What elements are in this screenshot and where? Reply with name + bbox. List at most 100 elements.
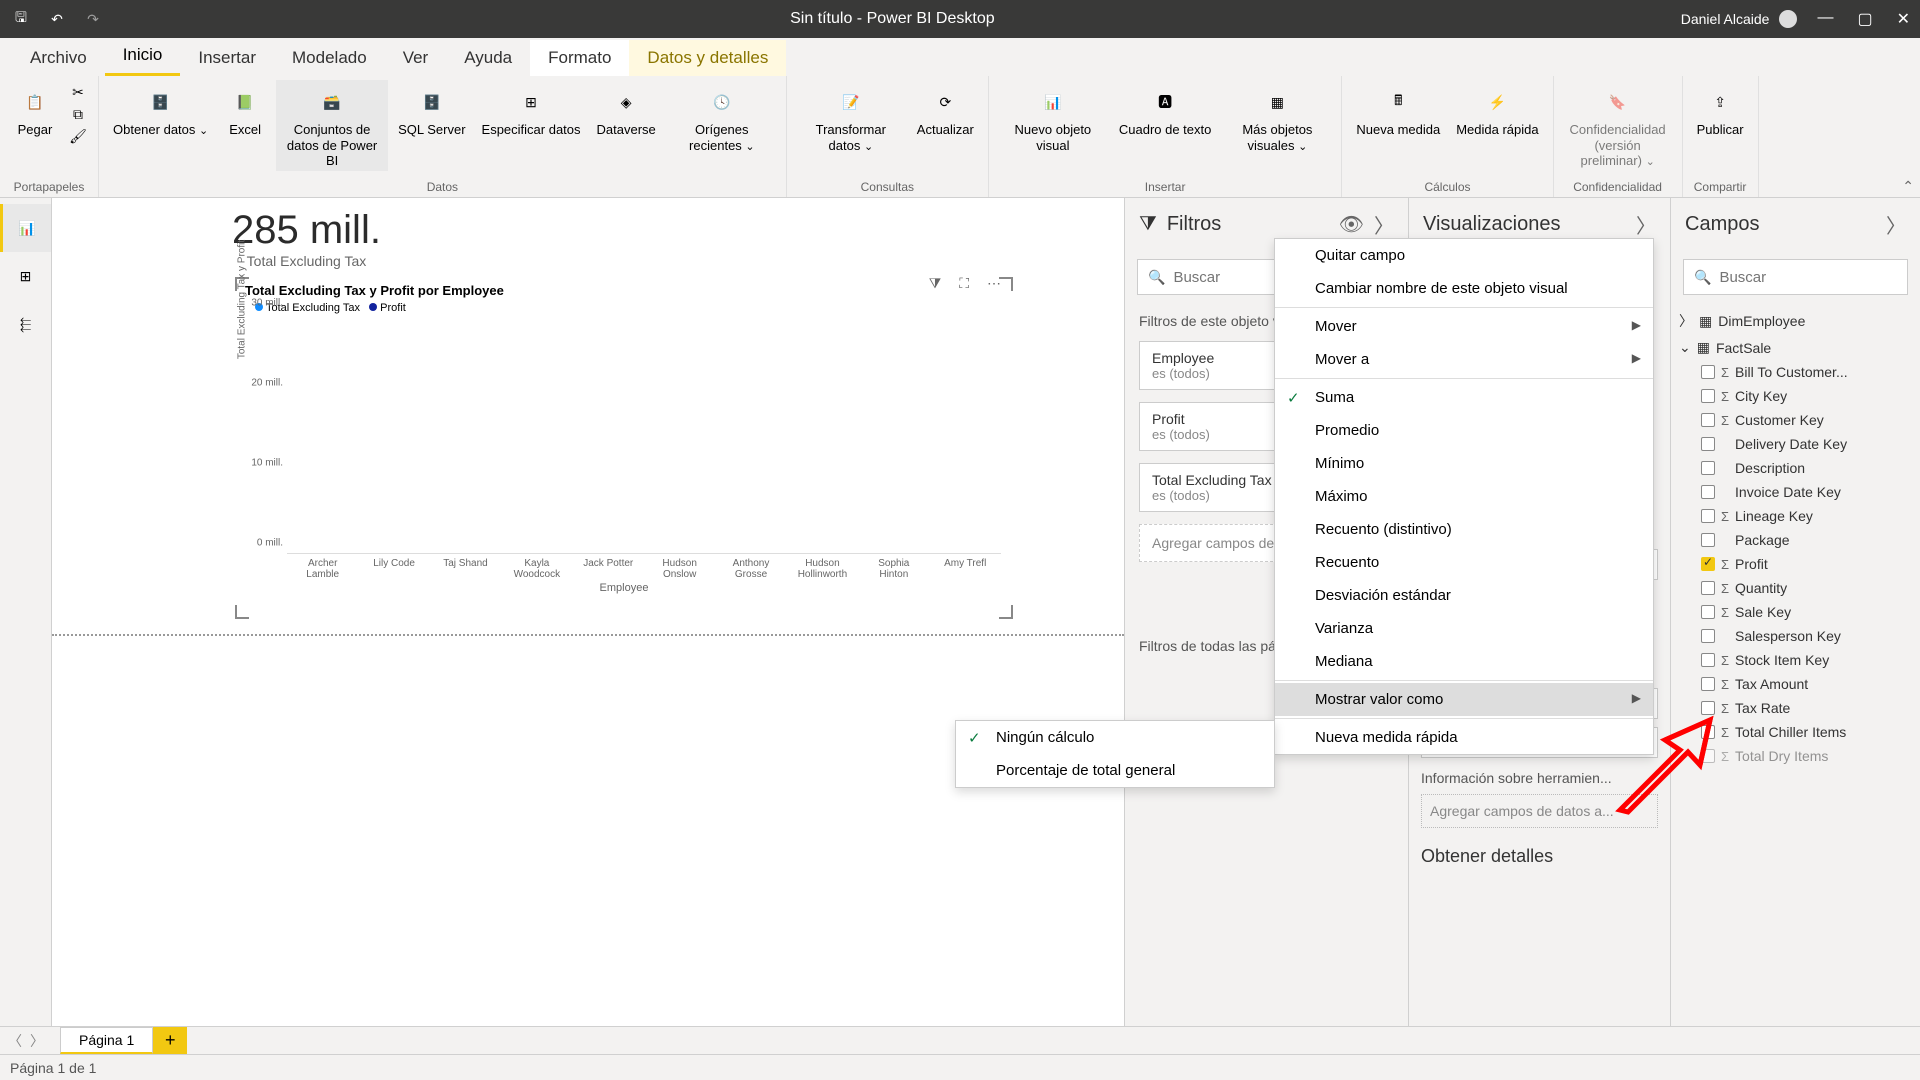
eye-icon[interactable]: 👁 — [1339, 212, 1364, 237]
expand-icon[interactable]: 〉 — [1636, 210, 1656, 239]
tab-insertar[interactable]: Insertar — [180, 40, 274, 76]
origenes-recientes-button[interactable]: 🕓Orígenes recientes ⌄ — [666, 80, 778, 156]
tab-ver[interactable]: Ver — [385, 40, 447, 76]
tab-datos-detalles[interactable]: Datos y detalles — [629, 40, 786, 76]
search-icon: 🔍 — [1694, 269, 1711, 286]
tab-modelado[interactable]: Modelado — [274, 40, 385, 76]
tab-formato[interactable]: Formato — [530, 40, 629, 76]
fields-search-input[interactable] — [1719, 269, 1897, 286]
ctx-promedio[interactable]: Promedio — [1275, 414, 1653, 447]
ctx-recuento-distintivo[interactable]: Recuento (distintivo) — [1275, 513, 1653, 546]
field-invoice-date-key[interactable]: ΣInvoice Date Key — [1677, 480, 1914, 504]
excel-button[interactable]: 📗Excel — [218, 80, 272, 140]
field-profit[interactable]: ΣProfit — [1677, 552, 1914, 576]
confidencialidad-button: 🔖Confidencialidad (versión preliminar) ⌄ — [1562, 80, 1674, 171]
tab-ayuda[interactable]: Ayuda — [446, 40, 530, 76]
field-sale-key[interactable]: ΣSale Key — [1677, 600, 1914, 624]
expand-icon[interactable]: 〉 — [1886, 210, 1906, 239]
ctx-minimo[interactable]: Mínimo — [1275, 447, 1653, 480]
field-lineage-key[interactable]: ΣLineage Key — [1677, 504, 1914, 528]
field-tax-rate[interactable]: ΣTax Rate — [1677, 696, 1914, 720]
field-total-chiller[interactable]: ΣTotal Chiller Items — [1677, 720, 1914, 744]
report-view-icon[interactable]: 📊 — [0, 204, 51, 252]
kpi-value: 285 mill. — [232, 208, 381, 253]
ctx-mover-a[interactable]: Mover a▶ — [1275, 343, 1653, 376]
ctx-mover[interactable]: Mover▶ — [1275, 310, 1653, 343]
field-stock-item-key[interactable]: ΣStock Item Key — [1677, 648, 1914, 672]
field-description[interactable]: ΣDescription — [1677, 456, 1914, 480]
mas-visuales-button[interactable]: ▦Más objetos visuales ⌄ — [1221, 80, 1333, 156]
fields-search[interactable]: 🔍 — [1683, 259, 1908, 295]
especificar-datos-button[interactable]: ⊞Especificar datos — [476, 80, 587, 140]
field-bill-to-customer[interactable]: ΣBill To Customer... — [1677, 360, 1914, 384]
transformar-datos-button[interactable]: 📝Transformar datos ⌄ — [795, 80, 907, 156]
medida-rapida-button[interactable]: ⚡Medida rápida — [1450, 80, 1544, 140]
sql-server-button[interactable]: 🗄️SQL Server — [392, 80, 471, 140]
focus-mode-icon[interactable]: ⛶ — [959, 275, 969, 292]
ctx-ningun-calculo[interactable]: ✓Ningún cálculo — [956, 721, 1274, 754]
field-quantity[interactable]: ΣQuantity — [1677, 576, 1914, 600]
field-delivery-date-key[interactable]: ΣDelivery Date Key — [1677, 432, 1914, 456]
close-icon[interactable]: ✕ — [1897, 9, 1910, 29]
ctx-suma[interactable]: ✓Suma — [1275, 381, 1653, 414]
save-icon[interactable]: 🖫 — [10, 8, 32, 30]
field-package[interactable]: ΣPackage — [1677, 528, 1914, 552]
field-tax-amount[interactable]: ΣTax Amount — [1677, 672, 1914, 696]
ctx-maximo[interactable]: Máximo — [1275, 480, 1653, 513]
table-fact-sale[interactable]: ⌄▦FactSale — [1677, 335, 1914, 360]
bar-chart-visual[interactable]: ⧩ ⛶ ⋯ Total Excluding Tax y Profit por E… — [236, 278, 1012, 618]
pegar-button[interactable]: 📋 Pegar — [8, 80, 62, 140]
field-salesperson-key[interactable]: ΣSalesperson Key — [1677, 624, 1914, 648]
field-customer-key[interactable]: ΣCustomer Key — [1677, 408, 1914, 432]
nuevo-visual-button[interactable]: 📊Nuevo objeto visual — [997, 80, 1109, 155]
resize-handle[interactable] — [235, 605, 249, 619]
data-view-icon[interactable]: ⊞ — [0, 252, 51, 300]
nueva-medida-button[interactable]: 🖩Nueva medida — [1350, 80, 1446, 140]
tab-inicio[interactable]: Inicio — [105, 37, 181, 76]
avatar-icon[interactable] — [1779, 10, 1797, 28]
model-view-icon[interactable]: ⬱ — [0, 300, 51, 348]
obtener-datos-button[interactable]: 🗄️Obtener datos ⌄ — [107, 80, 214, 140]
resize-handle[interactable] — [999, 605, 1013, 619]
actualizar-button[interactable]: ⟳Actualizar — [911, 80, 980, 140]
publicar-button[interactable]: ⇪Publicar — [1691, 80, 1750, 140]
dataverse-button[interactable]: ◈Dataverse — [591, 80, 662, 140]
redo-icon[interactable]: ↷ — [82, 8, 104, 30]
cut-icon[interactable]: ✂ — [68, 82, 88, 102]
copy-icon[interactable]: ⧉ — [68, 104, 88, 124]
resize-handle[interactable] — [999, 277, 1013, 291]
field-city-key[interactable]: ΣCity Key — [1677, 384, 1914, 408]
expand-icon[interactable]: 〉 — [1374, 210, 1394, 239]
add-page-button[interactable]: + — [153, 1027, 187, 1054]
pbi-datasets-button[interactable]: 🗃️Conjuntos de datos de Power BI — [276, 80, 388, 171]
ctx-nueva-medida-rapida[interactable]: Nueva medida rápida — [1275, 721, 1653, 754]
table-dim-employee[interactable]: 〉▦DimEmployee — [1677, 307, 1914, 335]
maximize-icon[interactable]: ▢ — [1857, 9, 1872, 29]
page-tab-1[interactable]: Página 1 — [60, 1027, 153, 1054]
field-total-dry[interactable]: ΣTotal Dry Items — [1677, 744, 1914, 768]
format-painter-icon[interactable]: 🖌 — [68, 126, 88, 146]
prev-page-icon[interactable]: 〈 — [8, 1031, 22, 1051]
next-page-icon[interactable]: 〉 — [30, 1031, 44, 1051]
undo-icon[interactable]: ↶ — [46, 8, 68, 30]
ctx-varianza[interactable]: Varianza — [1275, 612, 1653, 645]
ctx-recuento[interactable]: Recuento — [1275, 546, 1653, 579]
tab-archivo[interactable]: Archivo — [12, 40, 105, 76]
visual-filter-icon[interactable]: ⧩ — [929, 275, 942, 292]
report-canvas[interactable]: 285 mill. Total Excluding Tax ⧩ ⛶ ⋯ Tota… — [52, 198, 1124, 1026]
fields-panel: Campos 〉 🔍 〉▦DimEmployee ⌄▦FactSale ΣBil… — [1670, 198, 1920, 1026]
minimize-icon[interactable]: ― — [1817, 9, 1833, 29]
ctx-desviacion[interactable]: Desviación estándar — [1275, 579, 1653, 612]
more-options-icon[interactable]: ⋯ — [987, 275, 1001, 292]
ctx-pct-total-general[interactable]: Porcentaje de total general — [956, 754, 1274, 787]
ctx-mostrar-valor-como[interactable]: Mostrar valor como▶ — [1275, 683, 1653, 716]
cuadro-texto-button[interactable]: 🅰Cuadro de texto — [1113, 80, 1218, 140]
ctx-mediana[interactable]: Mediana — [1275, 645, 1653, 678]
kpi-card[interactable]: 285 mill. Total Excluding Tax — [232, 208, 381, 269]
chart-plot: Total Excluding Tax y Profit 0 mill.10 m… — [287, 314, 1001, 554]
ctx-renombrar[interactable]: Cambiar nombre de este objeto visual — [1275, 272, 1653, 305]
ctx-quitar-campo[interactable]: Quitar campo — [1275, 239, 1653, 272]
viz-tooltips-add[interactable]: Agregar campos de datos a... — [1421, 794, 1658, 828]
ribbon: 📋 Pegar ✂ ⧉ 🖌 Portapapeles 🗄️Obtener dat… — [0, 76, 1920, 198]
collapse-ribbon-icon[interactable]: ⌃ — [1902, 178, 1914, 195]
